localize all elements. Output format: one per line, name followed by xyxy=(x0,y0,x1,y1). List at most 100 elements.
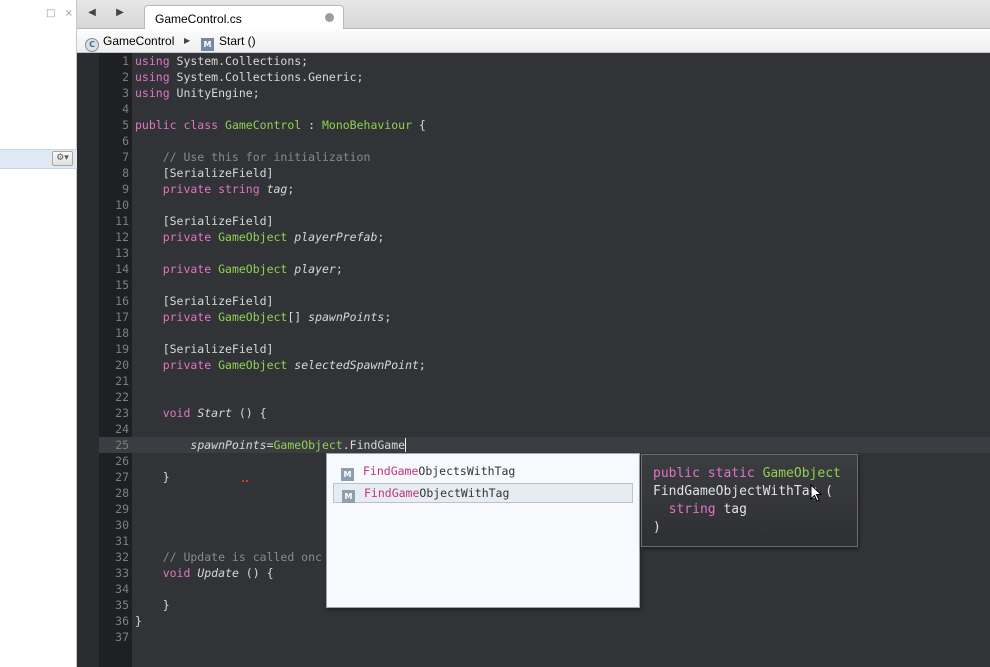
code-text[interactable]: // Update is called onc xyxy=(131,549,322,565)
code-token: : xyxy=(301,118,322,132)
breadcrumb-separator-icon[interactable]: ▶ xyxy=(184,33,190,49)
code-text[interactable]: private string tag; xyxy=(131,181,295,197)
mouse-pointer-icon xyxy=(810,484,822,502)
code-line[interactable]: 1 using System.Collections; xyxy=(99,53,426,69)
line-number: 8 xyxy=(122,166,129,180)
code-text[interactable] xyxy=(131,389,135,405)
code-token: private xyxy=(135,358,212,372)
completion-match: FindGame xyxy=(363,464,419,478)
code-line[interactable]: 36} xyxy=(99,613,426,629)
code-text[interactable]: } xyxy=(131,469,170,485)
back-arrow-icon[interactable]: ◀ xyxy=(85,6,99,20)
code-text[interactable]: [SerializeField] xyxy=(131,165,274,181)
code-text[interactable] xyxy=(131,373,135,389)
forward-arrow-icon[interactable]: ▶ xyxy=(113,6,127,20)
code-token: ; xyxy=(287,182,295,196)
code-text[interactable]: private GameObject playerPrefab; xyxy=(131,229,385,245)
line-number: 13 xyxy=(115,246,129,260)
line-number: 35 xyxy=(115,598,129,612)
code-text[interactable]: [SerializeField] xyxy=(131,213,274,229)
code-text[interactable]: } xyxy=(131,597,170,613)
line-number: 9 xyxy=(122,182,129,196)
code-text[interactable]: using UnityEngine; xyxy=(131,85,260,101)
code-text[interactable] xyxy=(131,517,135,533)
code-line[interactable]: 17 private GameObject[] spawnPoints; xyxy=(99,309,426,325)
code-token: [] xyxy=(287,310,309,324)
code-text[interactable]: [SerializeField] xyxy=(131,293,274,309)
code-line[interactable]: 16 [SerializeField] xyxy=(99,293,426,309)
breadcrumb: C GameControl ▶ M Start () xyxy=(77,29,990,53)
code-text[interactable]: private GameObject selectedSpawnPoint; xyxy=(131,357,426,373)
breadcrumb-method[interactable]: M Start () xyxy=(201,33,256,51)
code-text[interactable] xyxy=(131,277,135,293)
code-line[interactable]: 15 xyxy=(99,277,426,293)
code-line[interactable]: 12 private GameObject playerPrefab; xyxy=(99,229,426,245)
code-text[interactable]: [SerializeField] xyxy=(131,341,274,357)
completion-item-selected[interactable]: M FindGameObjectWithTag xyxy=(333,483,633,503)
breadcrumb-class[interactable]: C GameControl xyxy=(85,33,174,52)
code-line[interactable]: 19 [SerializeField] xyxy=(99,341,426,357)
code-text[interactable] xyxy=(131,485,135,501)
code-text[interactable]: // Use this for initialization xyxy=(131,149,371,165)
code-line[interactable]: 5 public class GameControl : MonoBehaviou… xyxy=(99,117,426,133)
code-token: } xyxy=(135,614,142,628)
left-side-panel: □ × ⚙▾ xyxy=(0,0,77,667)
panel-window-buttons[interactable]: □ × xyxy=(46,8,76,19)
code-line[interactable]: 23 void Start () { xyxy=(99,405,426,421)
code-text[interactable] xyxy=(131,197,135,213)
tab-close-icon[interactable] xyxy=(325,13,334,22)
code-text[interactable] xyxy=(131,629,135,645)
code-text[interactable]: } xyxy=(131,613,142,629)
code-text[interactable]: public class GameControl : MonoBehaviour… xyxy=(131,117,426,133)
code-line[interactable]: 14 private GameObject player; xyxy=(99,261,426,277)
completion-popup[interactable]: M FindGameObjectsWithTag M FindGameObjectW… xyxy=(326,453,640,608)
code-text[interactable] xyxy=(131,325,135,341)
code-line[interactable]: 24 xyxy=(99,421,426,437)
code-line[interactable]: 11 [SerializeField] xyxy=(99,213,426,229)
gear-icon[interactable]: ⚙▾ xyxy=(52,151,73,166)
code-line[interactable]: 10 xyxy=(99,197,426,213)
code-line[interactable]: 3 using UnityEngine; xyxy=(99,85,426,101)
code-text[interactable] xyxy=(131,581,135,597)
code-text[interactable] xyxy=(131,101,135,117)
code-token: GameObject xyxy=(218,358,288,372)
line-number: 2 xyxy=(122,70,129,84)
code-text[interactable]: spawnPoints=GameObject.FindGame xyxy=(131,437,407,453)
code-text[interactable]: using System.Collections; xyxy=(131,53,308,69)
code-line[interactable]: 25 spawnPoints=GameObject.FindGame xyxy=(99,437,426,453)
code-line[interactable]: 4 xyxy=(99,101,426,117)
code-text[interactable]: private GameObject[] spawnPoints; xyxy=(131,309,392,325)
code-text[interactable] xyxy=(131,453,135,469)
code-text[interactable]: using System.Collections.Generic; xyxy=(131,69,364,85)
tooltip-param-type: string xyxy=(668,502,716,517)
code-text[interactable] xyxy=(131,421,135,437)
code-line[interactable]: 8 [SerializeField] xyxy=(99,165,426,181)
tooltip-param-name: tag xyxy=(723,502,747,517)
code-line[interactable]: 13 xyxy=(99,245,426,261)
code-text[interactable]: private GameObject player; xyxy=(131,261,343,277)
code-text[interactable]: void Update () { xyxy=(131,565,274,581)
code-token: .FindGame xyxy=(342,438,406,452)
code-line[interactable]: 20 private GameObject selectedSpawnPoint… xyxy=(99,357,426,373)
code-line[interactable]: 6 xyxy=(99,133,426,149)
line-number: 34 xyxy=(115,582,129,596)
code-text[interactable] xyxy=(131,133,135,149)
code-text[interactable]: void Start () { xyxy=(131,405,267,421)
code-token: // Update is called onc xyxy=(135,550,322,564)
code-text[interactable] xyxy=(131,533,135,549)
tab-gamecontrol-cs[interactable]: GameControl.cs xyxy=(144,5,344,30)
line-number: 14 xyxy=(115,262,129,276)
code-line[interactable]: 21 xyxy=(99,373,426,389)
code-line[interactable]: 22 xyxy=(99,389,426,405)
signature-tooltip: public static GameObject FindGameObjectW… xyxy=(641,454,858,547)
code-line[interactable]: 9 private string tag; xyxy=(99,181,426,197)
code-line[interactable]: 18 xyxy=(99,325,426,341)
code-line[interactable]: 2 using System.Collections.Generic; xyxy=(99,69,426,85)
completion-item[interactable]: M FindGameObjectsWithTag xyxy=(333,461,633,481)
code-text[interactable] xyxy=(131,245,135,261)
code-line[interactable]: 37 xyxy=(99,629,426,645)
code-line[interactable]: 7 // Use this for initialization xyxy=(99,149,426,165)
code-text[interactable] xyxy=(131,501,135,517)
line-number: 24 xyxy=(115,422,129,436)
code-token: System.Collections.Generic; xyxy=(169,70,364,84)
